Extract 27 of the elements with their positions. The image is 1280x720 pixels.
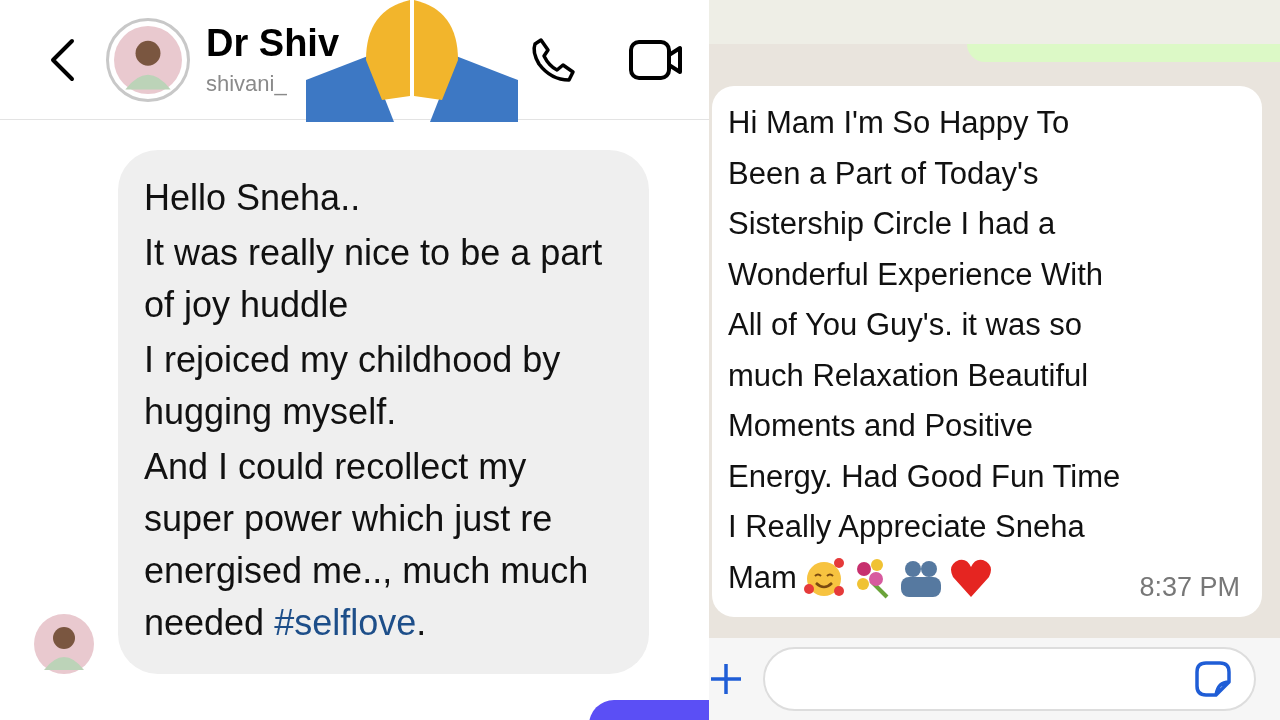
phone-icon[interactable] — [529, 35, 577, 84]
message-text: Mam — [728, 558, 797, 597]
sticker-icon[interactable] — [1194, 660, 1232, 698]
message-text: It was really nice to be a part of joy huddle — [144, 231, 604, 327]
avatar-ring[interactable] — [106, 17, 190, 102]
avatar-photo-placeholder — [34, 614, 94, 674]
message-text: And I could recollect my super power which just re energised me.., much much needed #selflove. — [144, 445, 590, 645]
hashtag-link[interactable]: #selflove — [274, 602, 417, 643]
message-text: I Really Appreciate Sneha — [728, 508, 1086, 546]
contact-username: shivani_ — [206, 71, 288, 97]
avatar-photo-placeholder — [114, 25, 182, 94]
message-time: 8:37 PM — [1139, 571, 1240, 603]
message-text: Sistership Circle I had a — [728, 205, 1057, 243]
smiling-face-with-hearts-icon — [802, 556, 845, 599]
back-icon[interactable] — [48, 37, 76, 82]
message-text: I rejoiced my childhood by hugging myself. — [144, 338, 562, 434]
message-text: Been a Part of Today's — [728, 154, 1040, 193]
message-text: All of You Guy's. it was so — [728, 306, 1083, 344]
video-camera-icon[interactable] — [629, 37, 683, 82]
message-text: Wonderful Experience With — [728, 255, 1105, 294]
message-text: Moments and Positive — [728, 407, 1034, 445]
message-text: Hello Sneha.. — [144, 176, 362, 220]
message-text: Hi Mam I'm So Happy To — [728, 104, 1071, 142]
contact-name: Dr Shiv — [206, 22, 341, 65]
message-text: much Relaxation Beautiful — [728, 356, 1090, 395]
message-text: Energy. Had Good Fun Time — [728, 457, 1122, 496]
plus-icon[interactable] — [709, 662, 743, 696]
